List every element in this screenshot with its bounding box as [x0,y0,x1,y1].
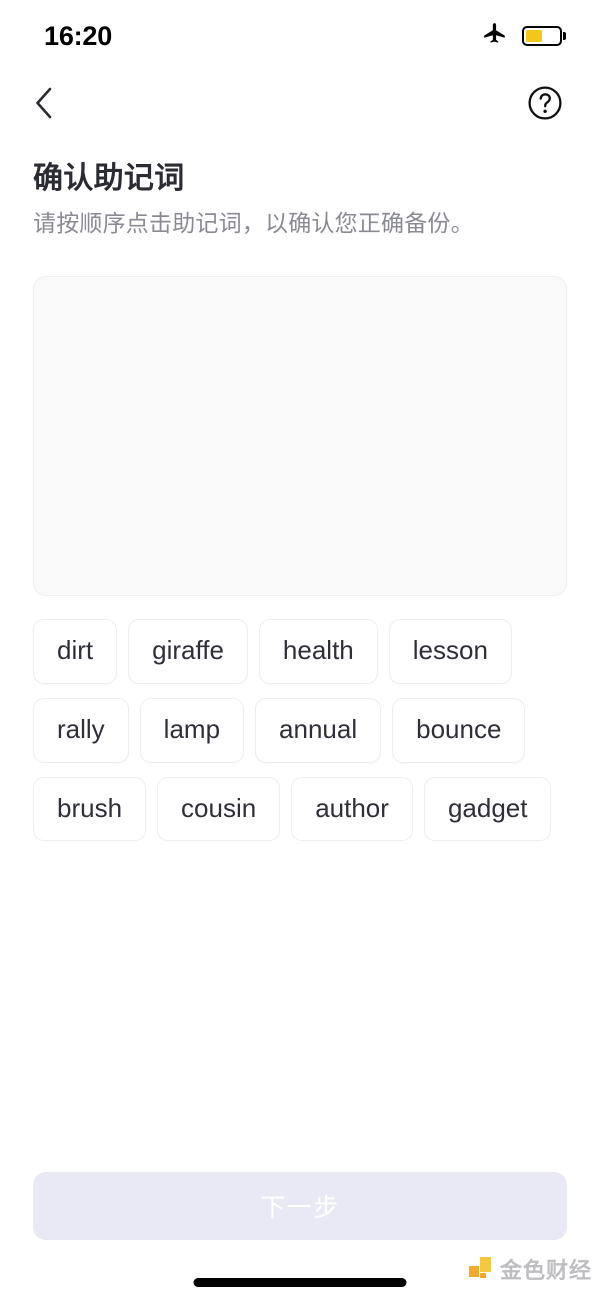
question-circle-icon [526,84,564,127]
word-chip[interactable]: lamp [139,698,245,763]
watermark-text: 金色财经 [499,1258,592,1283]
status-bar-indicators [482,21,562,52]
page-title: 确认助记词 [33,162,185,195]
word-chip[interactable]: lesson [388,619,512,685]
battery-icon [522,26,562,46]
home-indicator [193,1278,407,1287]
watermark: 金色财经 [468,1253,592,1285]
word-chip[interactable]: giraffe [128,619,248,685]
back-button[interactable] [22,83,66,127]
word-chip[interactable]: bounce [392,698,526,763]
battery-fill [526,30,542,42]
word-pool: dirt giraffe health lesson rally lamp annual bo… [33,619,567,842]
word-chip[interactable]: health [258,619,378,685]
word-chip[interactable]: cousin [157,776,281,842]
word-chip[interactable]: rally [33,698,129,763]
word-chip[interactable]: annual [255,698,382,763]
word-chip[interactable]: gadget [423,776,552,842]
status-bar: 16:20 [0,0,600,72]
watermark-logo-icon [468,1257,493,1281]
page-subtitle: 请按顺序点击助记词，以确认您正确备份。 [33,210,474,237]
word-chip[interactable]: dirt [33,619,118,685]
word-chip[interactable]: brush [33,776,147,842]
airplane-mode-icon [482,21,508,52]
navigation-bar [0,72,600,138]
word-chip[interactable]: author [291,776,413,842]
header-block: 确认助记词 请按顺序点击助记词，以确认您正确备份。 [0,138,600,239]
help-button[interactable] [523,83,567,127]
chevron-left-icon [31,86,57,125]
selected-words-box[interactable] [33,276,567,597]
status-bar-time: 16:20 [44,20,113,51]
next-step-button[interactable]: 下一步 [33,1172,567,1240]
